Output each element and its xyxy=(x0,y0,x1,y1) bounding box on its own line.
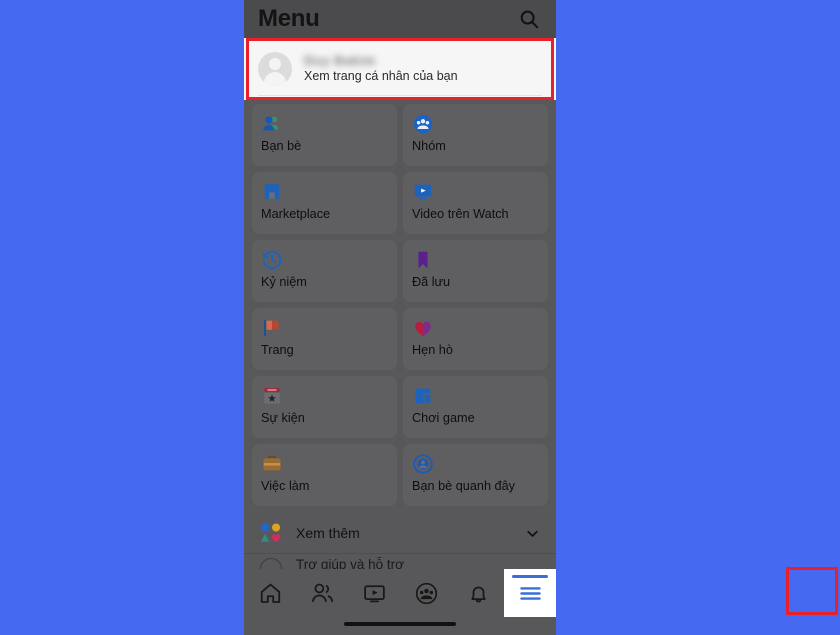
menu-tile-label: Trang xyxy=(261,343,294,357)
friends-icon xyxy=(261,113,283,135)
profile-text: Duy Bakim Xem trang cá nhân của bạn xyxy=(304,52,458,84)
menu-tile-nearby-friends[interactable]: Bạn bè quanh đây xyxy=(403,444,548,506)
page-title: Menu xyxy=(258,5,320,32)
menu-tile-gaming[interactable]: Chơi game xyxy=(403,376,548,438)
dating-heart-icon xyxy=(412,317,434,339)
menu-tile-saved[interactable]: Đã lưu xyxy=(403,240,548,302)
groups-icon xyxy=(412,113,434,135)
profile-divider xyxy=(258,95,542,96)
app-header: Menu xyxy=(244,0,556,38)
profile-name: Duy Bakim xyxy=(304,52,376,68)
see-more-row[interactable]: Xem thêm xyxy=(244,514,556,552)
menu-tab-highlight-box xyxy=(786,567,838,615)
nav-item-menu[interactable] xyxy=(504,569,556,617)
menu-tile-label: Kỷ niệm xyxy=(261,275,307,289)
chevron-down-icon[interactable] xyxy=(524,525,540,541)
menu-tile-watch[interactable]: Video trên Watch xyxy=(403,172,548,234)
phone-screen: Menu Duy Bakim Xem trang cá nhân của bạn xyxy=(244,0,556,635)
events-ticket-star-icon xyxy=(261,385,283,407)
saved-bookmark-icon xyxy=(412,249,434,271)
menu-tile-label: Đã lưu xyxy=(412,275,451,289)
help-circle-icon xyxy=(260,558,282,569)
menu-tile-pages[interactable]: Trang xyxy=(252,308,397,370)
gaming-icon xyxy=(412,385,434,407)
watch-video-icon xyxy=(412,181,434,203)
menu-tile-label: Marketplace xyxy=(261,207,331,221)
menu-tile-friends[interactable]: Bạn bè xyxy=(252,104,397,166)
menu-tile-jobs[interactable]: Việc làm xyxy=(252,444,397,506)
profile-row[interactable]: Duy Bakim Xem trang cá nhân của bạn xyxy=(244,38,556,100)
jobs-briefcase-icon xyxy=(261,453,283,475)
avatar xyxy=(258,52,292,86)
menu-tile-label: Bạn bè quanh đây xyxy=(412,479,515,493)
memories-clock-icon xyxy=(261,249,283,271)
see-more-divider xyxy=(244,553,556,554)
home-indicator xyxy=(344,622,456,626)
menu-tile-events[interactable]: Sự kiện xyxy=(252,376,397,438)
marketplace-storefront-icon xyxy=(261,181,283,203)
nearby-friends-icon xyxy=(412,453,434,475)
menu-tile-label: Hẹn hò xyxy=(412,343,453,357)
clipped-list-item[interactable]: Trợ giúp và hỗ trợ xyxy=(244,557,556,569)
profile-subtitle: Xem trang cá nhân của bạn xyxy=(304,69,458,84)
menu-tile-label: Bạn bè xyxy=(261,139,302,153)
nav-item-watch[interactable] xyxy=(348,569,400,617)
menu-tile-dating[interactable]: Hẹn hò xyxy=(403,308,548,370)
pages-flag-icon xyxy=(261,317,283,339)
menu-tile-label: Nhóm xyxy=(412,139,446,153)
menu-tile-label: Việc làm xyxy=(261,479,310,493)
menu-tile-marketplace[interactable]: Marketplace xyxy=(252,172,397,234)
nav-item-friends[interactable] xyxy=(296,569,348,617)
clipped-list-item-label: Trợ giúp và hỗ trợ xyxy=(296,557,404,569)
menu-tile-label: Chơi game xyxy=(412,411,475,425)
search-icon[interactable] xyxy=(516,6,542,32)
see-more-label: Xem thêm xyxy=(296,525,360,541)
menu-tile-label: Video trên Watch xyxy=(412,207,509,221)
menu-tile-groups[interactable]: Nhóm xyxy=(403,104,548,166)
menu-grid: Bạn bè Nhóm Marketplace Video trên Watch… xyxy=(244,104,556,506)
menu-tile-label: Sự kiện xyxy=(261,411,305,425)
multicolor-shapes-icon xyxy=(260,522,282,544)
nav-item-groups[interactable] xyxy=(400,569,452,617)
menu-tile-memories[interactable]: Kỷ niệm xyxy=(252,240,397,302)
nav-item-notifications[interactable] xyxy=(452,569,504,617)
nav-item-home[interactable] xyxy=(244,569,296,617)
